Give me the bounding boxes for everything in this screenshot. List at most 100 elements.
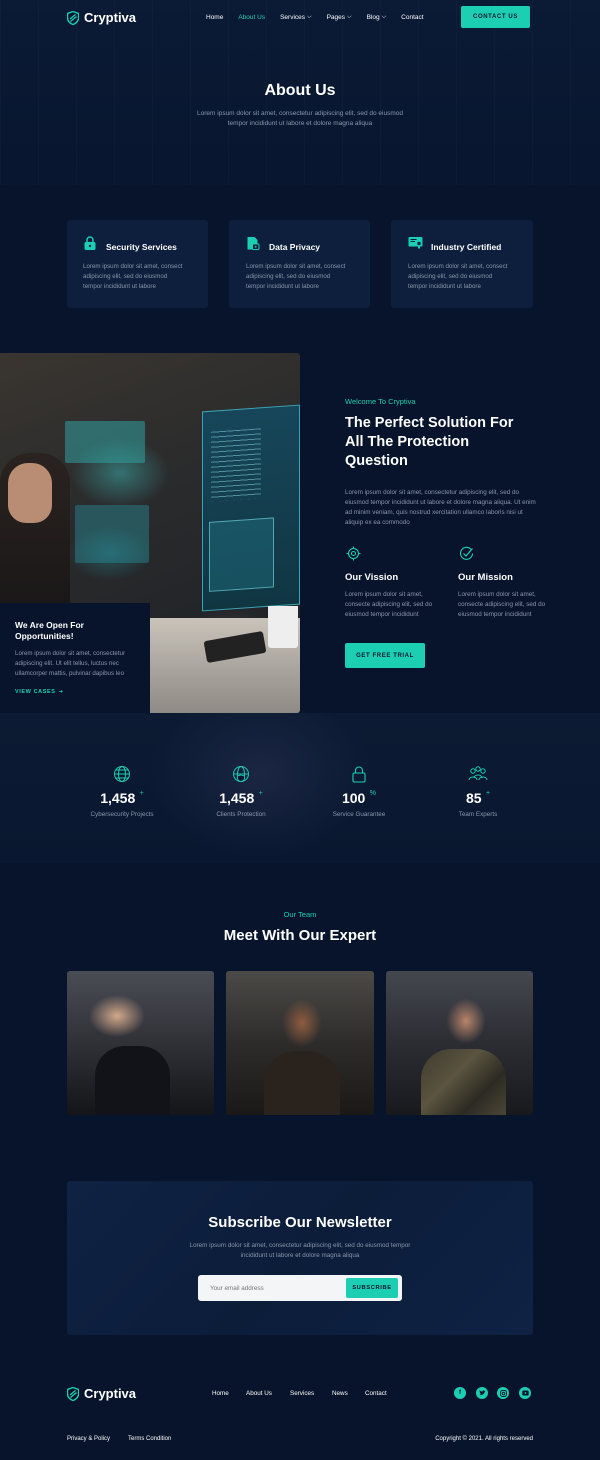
welcome-kicker: Welcome To Cryptiva: [345, 397, 416, 406]
contact-us-button[interactable]: CONTACT US: [461, 6, 530, 28]
feature-title: Security Services: [106, 242, 177, 252]
chevron-down-icon: ⌵: [307, 14, 312, 20]
nav-pages[interactable]: Pages ⌵: [327, 14, 352, 21]
chevron-down-icon: ⌵: [381, 14, 387, 20]
facebook-icon[interactable]: f: [454, 1387, 466, 1399]
mission-title: Our Mission: [458, 572, 513, 583]
code-lines: [211, 428, 261, 502]
vision-text-line: eiusmod tempor incididunt: [345, 611, 419, 618]
opportunity-card: We Are Open For Opportunities! Lorem ips…: [0, 603, 150, 713]
footer-link-services[interactable]: Services: [290, 1390, 314, 1397]
nav-about-label: About Us: [238, 14, 266, 21]
person-body: [421, 1049, 506, 1115]
brand-name: Cryptiva: [84, 1386, 137, 1401]
feature-card-privacy[interactable]: Data Privacy Lorem ipsum dolor sit amet,…: [229, 220, 370, 308]
feature-card-security[interactable]: Security Services Lorem ipsum dolor sit …: [67, 220, 208, 308]
vision-text-line: consecte adipiscing elit, sed do: [345, 601, 433, 608]
globe-shield-icon: [233, 766, 249, 782]
view-cases-label: VIEW CASES: [15, 689, 56, 695]
opportunity-text-line: ullamcorper mattis, pulvinar dapibus leo: [15, 670, 125, 677]
opportunity-title-line-2: Opportunities!: [15, 631, 74, 641]
youtube-icon[interactable]: [519, 1387, 531, 1399]
stat-item: 1,458 + Clients Protection: [191, 765, 291, 818]
target-icon: [346, 546, 361, 561]
welcome-heading-line-2: All The Protection: [345, 434, 470, 450]
stat-label: Service Guarantee: [332, 811, 386, 818]
feature-text-line: tempor incididunt ut labore: [246, 283, 319, 290]
nav-home[interactable]: Home: [206, 14, 223, 21]
nav-home-label: Home: [206, 14, 224, 21]
opportunity-text-line: adipiscing elit. Ut elit tellus, luctus …: [15, 660, 119, 667]
team-kicker: Our Team: [283, 910, 317, 919]
chevron-down-icon: ⌵: [347, 14, 352, 20]
nav-blog[interactable]: Blog ⌵: [367, 14, 387, 21]
team-member-photo[interactable]: [226, 971, 374, 1115]
stat-label: Team Experts: [458, 811, 498, 818]
feature-text-line: adipiscing elit, sed do eiusmod: [83, 273, 168, 280]
background-monitor: [65, 421, 145, 463]
nav-about[interactable]: About Us: [238, 14, 265, 21]
welcome-text-line: Lorem ipsum dolor sit amet, consectetur …: [345, 489, 519, 496]
hero-text-line-2: tempor incididunt ut labore et dolore ma…: [227, 120, 373, 127]
page-title: About Us: [264, 82, 336, 99]
stat-value: 1,458: [219, 790, 255, 806]
feature-title: Data Privacy: [269, 242, 321, 252]
code-monitor: [202, 404, 300, 612]
newsletter-form: SUBSCRIBE: [198, 1275, 402, 1301]
nav-services[interactable]: Services ⌵: [280, 14, 312, 21]
mission-text-line: consecte adipiscing elit, sed do: [458, 601, 546, 608]
header-logo[interactable]: Cryptiva: [67, 10, 136, 25]
email-input[interactable]: [210, 1281, 340, 1295]
certificate-icon: [408, 237, 423, 249]
stat-value: 1,458: [100, 790, 136, 806]
stat-item: 100 % Service Guarantee: [309, 765, 409, 818]
footer-link-home[interactable]: Home: [212, 1390, 229, 1397]
instagram-icon[interactable]: [497, 1387, 509, 1399]
privacy-policy-link[interactable]: Privacy & Policy: [67, 1436, 110, 1442]
footer-logo[interactable]: Cryptiva: [67, 1386, 136, 1401]
stat-suffix: +: [139, 790, 144, 797]
nav-contact-label: Contact: [401, 14, 424, 21]
main-nav: Home About Us Services ⌵ Pages ⌵ Blog ⌵ Con…: [206, 14, 424, 21]
copyright-text: Copyright © 2021. All rights reserved: [435, 1436, 533, 1442]
vision-title: Our Vission: [345, 572, 399, 583]
footer-link-news[interactable]: News: [332, 1390, 348, 1397]
welcome-heading-line-3: Question: [345, 453, 408, 469]
team-member-photo[interactable]: [386, 971, 533, 1115]
feature-card-certified[interactable]: Industry Certified Lorem ipsum dolor sit…: [391, 220, 533, 308]
mission-text-line: eiusmod tempor incididunt: [458, 611, 532, 618]
terms-condition-link[interactable]: Terms Condition: [128, 1436, 171, 1442]
stat-item: 1,458 + Cybersecurity Projects: [72, 765, 172, 818]
person-body: [95, 1046, 170, 1115]
stat-suffix: %: [369, 790, 377, 797]
nav-pages-label: Pages: [326, 14, 346, 21]
cup: [268, 606, 298, 648]
get-free-trial-button[interactable]: GET FREE TRIAL: [345, 643, 425, 668]
arrow-right-icon: ➔: [58, 689, 64, 695]
code-window: [209, 517, 274, 592]
person-face: [8, 463, 52, 523]
footer-link-about[interactable]: About Us: [246, 1390, 272, 1397]
team-member-photo[interactable]: [67, 971, 214, 1115]
nav-contact[interactable]: Contact: [401, 14, 423, 21]
shield-logo-icon: [67, 1386, 79, 1401]
subscribe-button[interactable]: SUBSCRIBE: [346, 1278, 398, 1298]
vision-text-line: Lorem ipsum dolor sit amet,: [345, 591, 423, 598]
brand-name: Cryptiva: [84, 10, 137, 25]
footer-link-contact[interactable]: Contact: [365, 1390, 387, 1397]
feature-text-line: Lorem ipsum dolor sit amet, consect: [83, 263, 183, 270]
feature-text-line: Lorem ipsum dolor sit amet, consect: [246, 263, 346, 270]
welcome-text-line: ad minim veniam, quis nostrud xercitatio…: [345, 509, 523, 516]
view-cases-link[interactable]: VIEW CASES ➔: [15, 689, 64, 695]
team-icon: [468, 766, 488, 781]
hero-text-line-1: Lorem ipsum dolor sit amet, consectetur …: [197, 110, 403, 117]
stat-label: Cybersecurity Projects: [90, 811, 154, 818]
twitter-icon[interactable]: [476, 1387, 488, 1399]
feature-title: Industry Certified: [431, 242, 502, 252]
feature-text-line: tempor incididunt ut labore: [83, 283, 156, 290]
mission-text-line: Lorem ipsum dolor sit amet,: [458, 591, 536, 598]
feature-text-line: Lorem ipsum dolor sit amet, consect: [408, 263, 508, 270]
newsletter-text-line-2: incididunt ut labore et dolore magna ali…: [240, 1252, 360, 1259]
stat-value: 85: [465, 790, 482, 806]
feature-text-line: adipiscing elit, sed do eiusmod: [408, 273, 493, 280]
